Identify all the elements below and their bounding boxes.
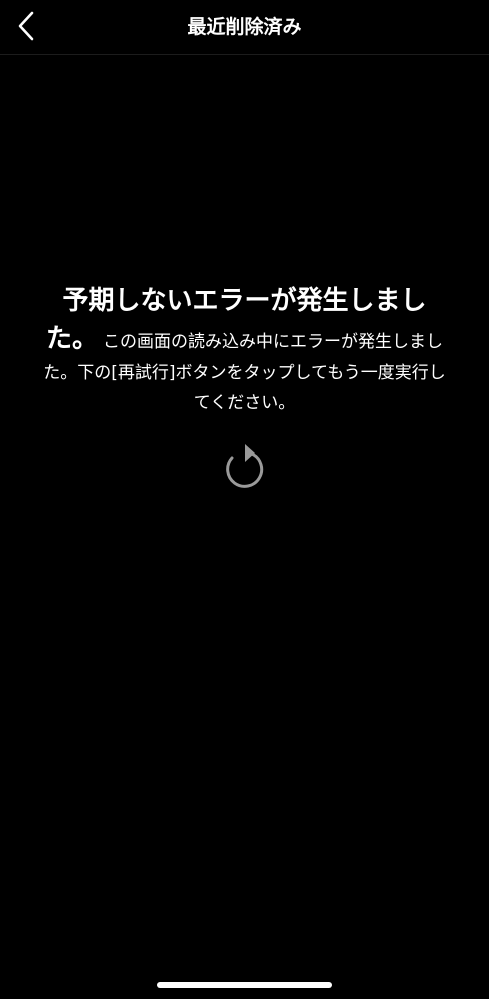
- error-message: この画面の読み込み中にエラーが発生しました。下の[再試行]ボタンをタップしてもう…: [43, 332, 446, 413]
- back-button[interactable]: [4, 6, 48, 46]
- page-title: 最近削除済み: [187, 16, 302, 38]
- refresh-icon: [226, 444, 264, 488]
- retry-button[interactable]: [219, 440, 271, 492]
- chevron-left-icon: [18, 11, 34, 41]
- header: 最近削除済み: [0, 0, 489, 55]
- home-indicator: [157, 982, 332, 988]
- error-block: 予期しないエラーが発生しました。 この画面の読み込み中にエラーが発生しました。下…: [38, 282, 451, 418]
- screen: 最近削除済み 予期しないエラーが発生しました。 この画面の読み込み中にエラーが発…: [0, 0, 489, 999]
